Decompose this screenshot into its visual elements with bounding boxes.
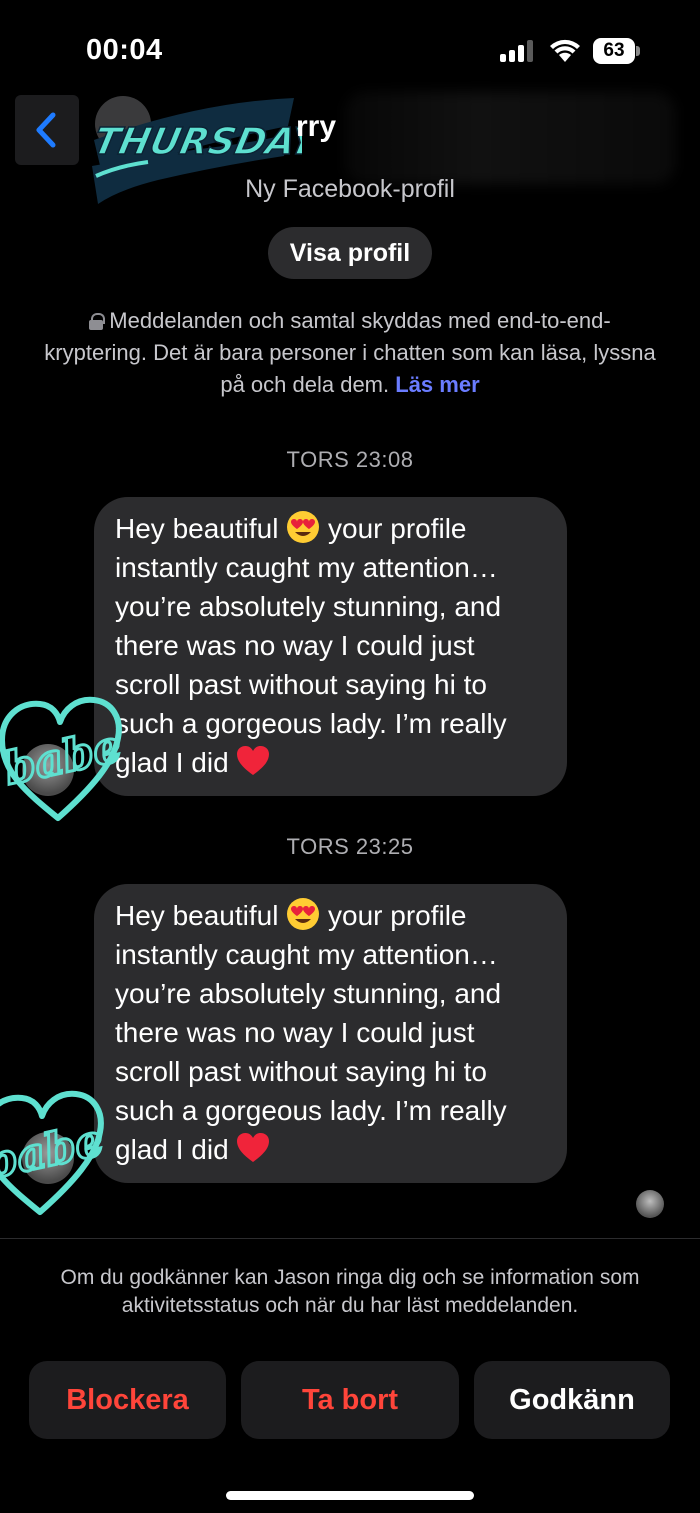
home-indicator[interactable]: [226, 1491, 474, 1500]
message-bubble[interactable]: Hey beautiful your profile instantly cau…: [94, 884, 567, 1183]
status-bar: 00:04 63: [0, 0, 700, 100]
message-line: glad I did: [115, 1134, 229, 1165]
encryption-text: Meddelanden och samtal skyddas med end-t…: [44, 308, 656, 397]
divider: [0, 1238, 700, 1239]
message-line: you’re absolutely stunning, and: [115, 978, 502, 1009]
view-profile-button[interactable]: Visa profil: [268, 227, 432, 279]
message-line: your profile: [320, 513, 467, 544]
message-line: you’re absolutely stunning, and: [115, 591, 502, 622]
accept-button[interactable]: Godkänn: [474, 1361, 670, 1439]
message-timestamp: TORS 23:08: [286, 447, 414, 472]
message-line: Hey beautiful: [115, 900, 279, 931]
heart-eyes-emoji: [287, 511, 320, 543]
status-time: 00:04: [86, 34, 163, 66]
red-heart-emoji: [237, 1133, 270, 1162]
block-button[interactable]: Blockera: [29, 1361, 226, 1439]
heart-eyes-emoji: [287, 898, 320, 930]
battery-level: 63: [593, 38, 635, 64]
message-line: there was no way I could just: [115, 630, 475, 661]
message-line: scroll past without saying hi to: [115, 1056, 487, 1087]
message-line: Hey beautiful: [115, 513, 279, 544]
profile-subtitle: Ny Facebook-profil: [245, 175, 455, 203]
read-more-link[interactable]: Läs mer: [395, 372, 479, 397]
message-timestamp: TORS 23:25: [286, 834, 414, 859]
sticker-thursday-text: THURSDAY: [90, 119, 302, 163]
signal-icon: [500, 40, 536, 62]
consent-text: Om du godkänner kan Jason ringa dig och …: [60, 1266, 640, 1317]
message-line: glad I did: [115, 747, 229, 778]
read-receipt-avatar: [636, 1190, 664, 1218]
message-line: such a gorgeous lady. I’m really: [115, 708, 507, 739]
lock-icon: [89, 313, 106, 330]
encryption-notice: Meddelanden och samtal skyddas med end-t…: [40, 305, 660, 401]
message-bubble[interactable]: Hey beautiful your profile instantly cau…: [94, 497, 567, 796]
red-heart-emoji: [237, 746, 270, 775]
battery-icon: 63: [593, 38, 641, 64]
message-line: such a gorgeous lady. I’m really: [115, 1095, 507, 1126]
sticker-babe-text: babe: [0, 721, 126, 795]
back-chevron-icon: [36, 112, 56, 148]
message-line: instantly caught my attention…: [115, 552, 498, 583]
sticker-babe-text: babe: [0, 1115, 108, 1189]
babe-heart-sticker: babe: [0, 1090, 108, 1215]
message-line: instantly caught my attention…: [115, 939, 498, 970]
message-line: scroll past without saying hi to: [115, 669, 487, 700]
message-line: there was no way I could just: [115, 1017, 475, 1048]
delete-button[interactable]: Ta bort: [241, 1361, 459, 1439]
message-line: your profile: [320, 900, 467, 931]
back-button[interactable]: [15, 95, 79, 165]
babe-heart-sticker: babe: [0, 696, 126, 821]
name-blur: [345, 92, 675, 184]
wifi-icon: [550, 39, 580, 62]
contact-name: rry: [296, 110, 337, 143]
